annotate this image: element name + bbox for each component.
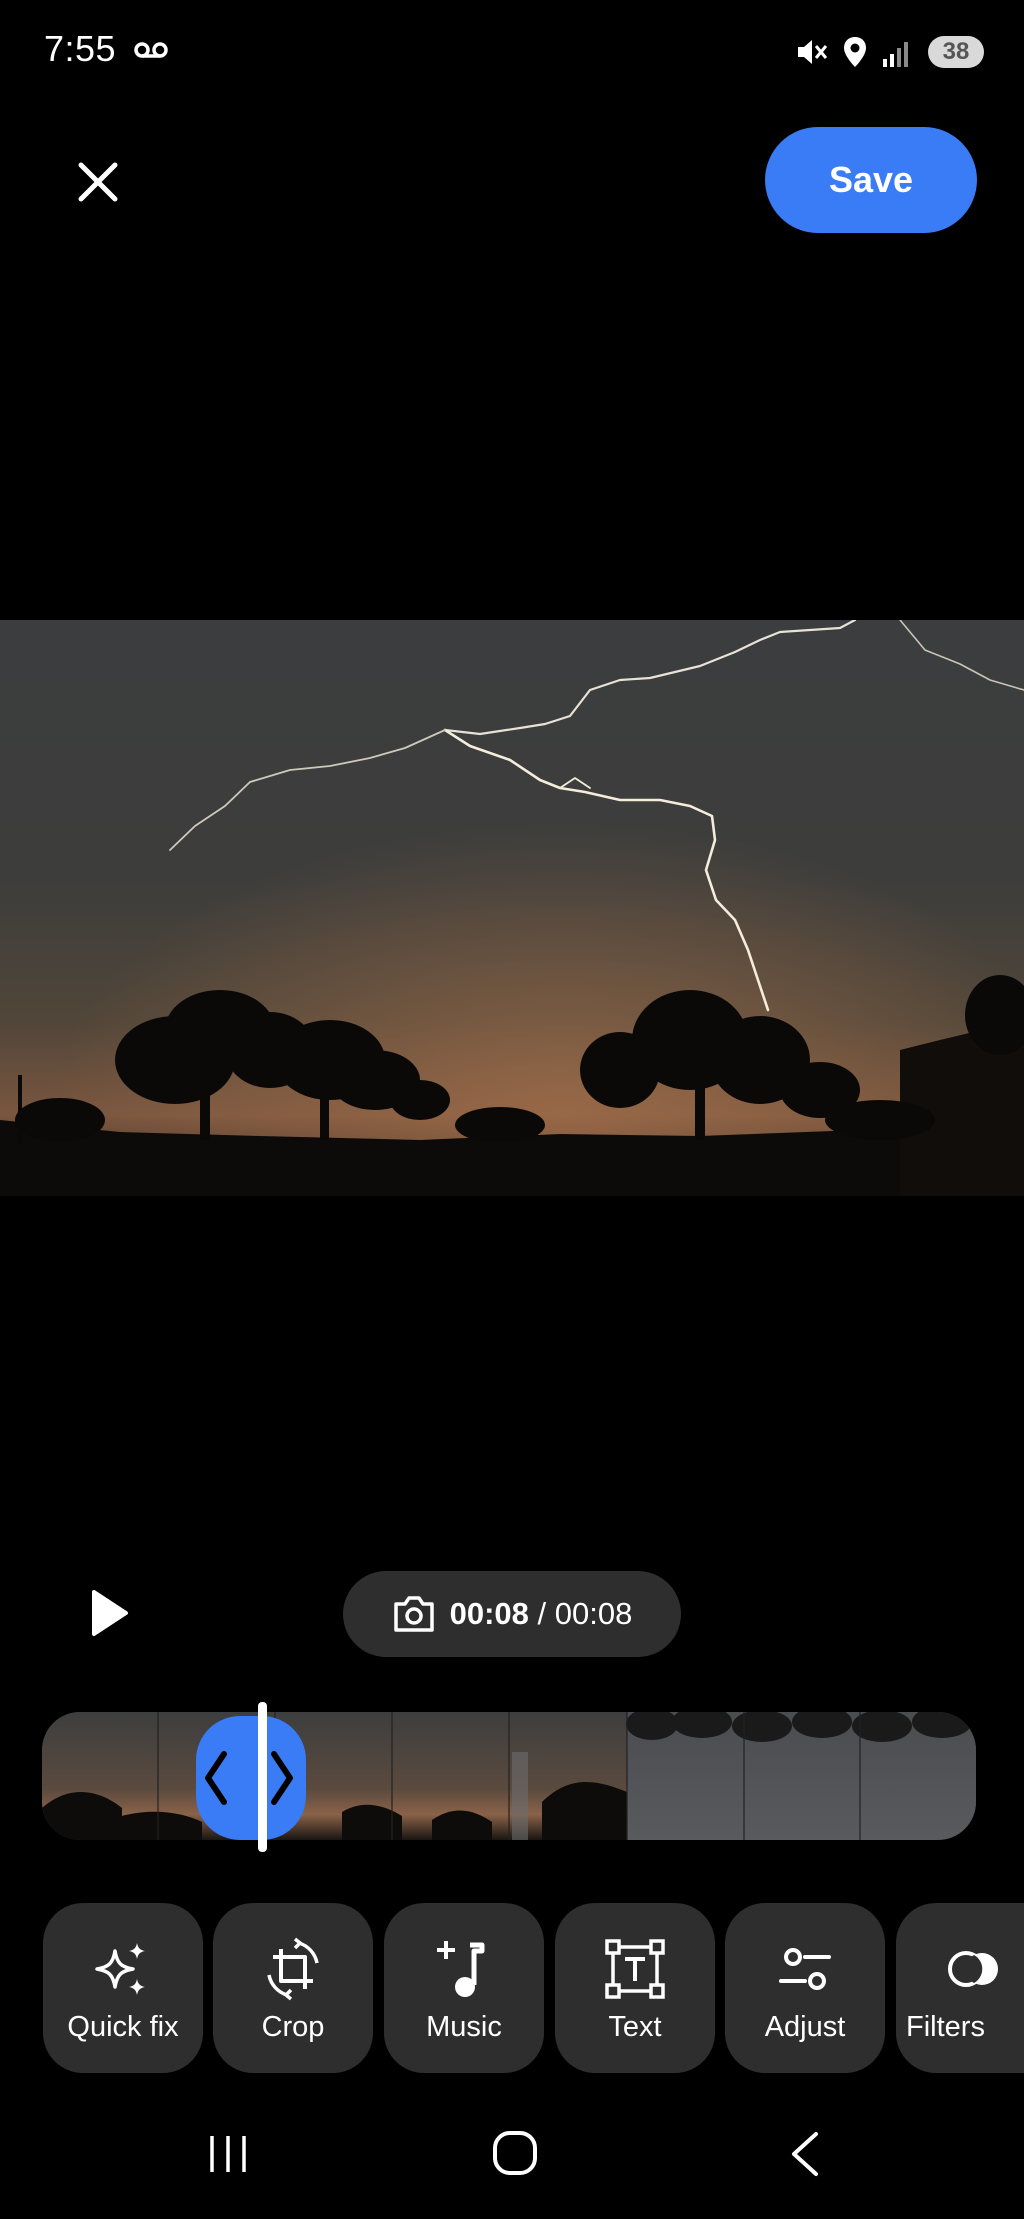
status-bar: 7:55 38: [0, 0, 1024, 100]
time-separator: /: [537, 1596, 547, 1631]
video-editor-screen: 7:55 38 Save 00:08 / 00:08 Quick fix Cro…: [0, 0, 1024, 2219]
play-icon: [92, 1590, 128, 1636]
tool-adjust[interactable]: Adjust: [725, 1903, 885, 2073]
recent-apps-icon[interactable]: [206, 2134, 250, 2174]
sparkle-icon: [95, 1943, 145, 1995]
tool-label: Text: [608, 2011, 662, 2043]
home-icon[interactable]: [492, 2130, 538, 2176]
close-icon: [78, 162, 118, 202]
video-frame: [0, 620, 1024, 1196]
timeline-strip[interactable]: [42, 1712, 976, 1840]
tool-label: Adjust: [764, 2011, 846, 2043]
signal-icon: [883, 42, 908, 67]
chevron-left-icon[interactable]: [200, 1750, 230, 1806]
chevron-right-icon[interactable]: [268, 1750, 298, 1806]
filters-icon: [948, 1951, 998, 1987]
tool-filters[interactable]: Filters: [896, 1903, 1024, 2073]
tool-label: Quick fix: [67, 2011, 179, 2043]
tool-crop[interactable]: Crop: [213, 1903, 373, 2073]
status-icons: 38: [794, 32, 984, 72]
camera-icon: [393, 1596, 434, 1632]
tool-text[interactable]: Text: [555, 1903, 715, 2073]
playhead[interactable]: [258, 1702, 267, 1852]
text-box-icon: [605, 1939, 665, 1999]
frame-capture-button[interactable]: 00:08 / 00:08: [343, 1571, 681, 1657]
playback-time: 00:08 / 00:08: [450, 1596, 633, 1632]
crop-rotate-icon: [267, 1937, 319, 2001]
location-icon: [844, 37, 866, 67]
tool-label: Music: [426, 2011, 502, 2043]
save-button[interactable]: Save: [765, 127, 977, 233]
close-button[interactable]: [68, 152, 128, 212]
tool-label: Crop: [261, 2011, 325, 2043]
tool-music[interactable]: Music: [384, 1903, 544, 2073]
voicemail-icon: [134, 42, 168, 58]
status-time: 7:55: [44, 28, 117, 69]
total-time: 00:08: [554, 1596, 633, 1631]
play-button[interactable]: [88, 1588, 132, 1638]
battery-icon: 38: [928, 36, 984, 68]
current-time: 00:08: [449, 1596, 529, 1631]
adjust-sliders-icon: [779, 1948, 831, 1990]
back-icon[interactable]: [786, 2130, 822, 2178]
tool-quick-fix[interactable]: Quick fix: [43, 1903, 203, 2073]
tool-label: Filters: [906, 2011, 985, 2043]
music-add-icon: [437, 1941, 485, 1997]
mute-icon: [798, 40, 828, 64]
